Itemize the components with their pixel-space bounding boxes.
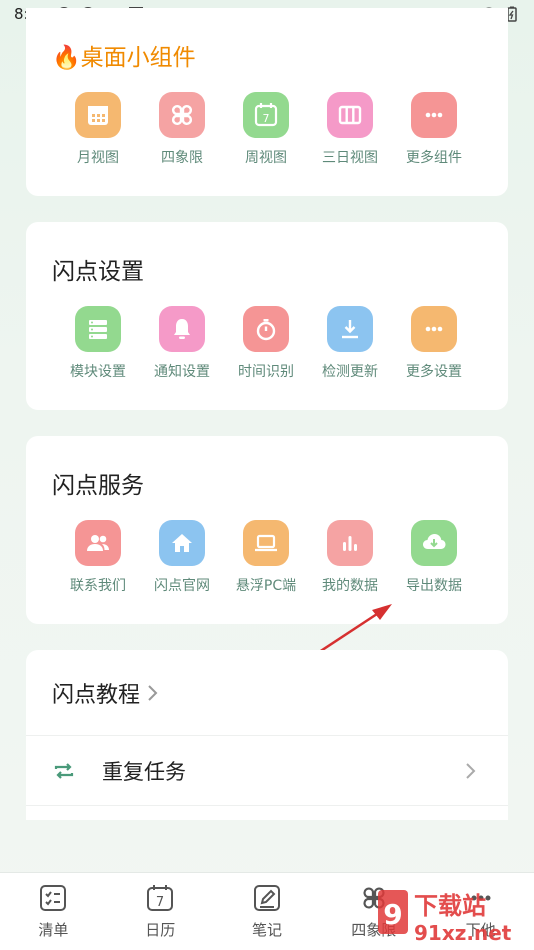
nav-label-list: 清单 bbox=[38, 921, 69, 939]
widgets-icon-row: 月视图 四象限 7 周视图 三日视图 更多组件 bbox=[56, 92, 476, 167]
setting-modules-label: 模块设置 bbox=[70, 364, 126, 380]
setting-notifications-label: 通知设置 bbox=[154, 364, 210, 380]
download-arrow-icon bbox=[327, 306, 373, 352]
service-my-data[interactable]: 我的数据 bbox=[308, 520, 392, 595]
setting-more-label: 更多设置 bbox=[406, 364, 462, 380]
fire-icon: 🔥 bbox=[52, 45, 81, 71]
widget-month-view-label: 月视图 bbox=[77, 150, 119, 166]
services-card: 闪点服务 联系我们 闪点官网 悬浮PC端 我的数据 导出数据 bbox=[26, 436, 508, 624]
calendar-7-icon: 7 bbox=[147, 885, 174, 911]
svg-text:9: 9 bbox=[383, 898, 402, 931]
widget-more-label: 更多组件 bbox=[406, 150, 462, 166]
four-petal-icon bbox=[159, 92, 205, 138]
setting-notifications[interactable]: 通知设置 bbox=[140, 306, 224, 381]
nav-label-calendar: 日历 bbox=[145, 921, 176, 939]
nav-item-list[interactable]: 清单 bbox=[0, 873, 107, 950]
widget-week-view[interactable]: 7 周视图 bbox=[224, 92, 308, 167]
bar-chart-icon bbox=[327, 520, 373, 566]
more-dots-icon bbox=[411, 306, 457, 352]
widget-four-quadrant-label: 四象限 bbox=[161, 150, 203, 166]
service-floating-pc-label: 悬浮PC端 bbox=[235, 578, 297, 594]
widget-more[interactable]: 更多组件 bbox=[392, 92, 476, 167]
settings-icon-row: 模块设置 通知设置 时间识别 检测更新 更多设置 bbox=[56, 306, 476, 381]
widgets-title: 🔥桌面小组件 bbox=[52, 38, 196, 72]
setting-modules[interactable]: 模块设置 bbox=[56, 306, 140, 381]
setting-check-update[interactable]: 检测更新 bbox=[308, 306, 392, 381]
calendar-grid-icon bbox=[75, 92, 121, 138]
watermark-logo: 9 下载站 91xz.net bbox=[378, 886, 528, 946]
svg-text:7: 7 bbox=[263, 112, 270, 125]
list-card: 闪点教程 重复任务 bbox=[26, 650, 508, 820]
settings-title: 闪点设置 bbox=[52, 259, 144, 285]
setting-time-recognition[interactable]: 时间识别 bbox=[224, 306, 308, 381]
service-my-data-label: 我的数据 bbox=[322, 578, 378, 594]
widget-four-quadrant[interactable]: 四象限 bbox=[140, 92, 224, 167]
widget-month-view[interactable]: 月视图 bbox=[56, 92, 140, 167]
settings-card: 闪点设置 模块设置 通知设置 时间识别 检测更新 更多设置 bbox=[26, 222, 508, 410]
widgets-title-text: 桌面小组件 bbox=[80, 45, 196, 71]
setting-time-recognition-label: 时间识别 bbox=[238, 364, 294, 380]
service-website[interactable]: 闪点官网 bbox=[140, 520, 224, 595]
more-dots-icon bbox=[411, 92, 457, 138]
repeat-icon bbox=[54, 762, 74, 779]
repeat-task-row[interactable]: 重复任务 bbox=[26, 736, 508, 806]
service-floating-pc[interactable]: 悬浮PC端 bbox=[224, 520, 308, 595]
svg-text:下载站: 下载站 bbox=[414, 892, 486, 920]
service-export-data[interactable]: 导出数据 bbox=[392, 520, 476, 595]
svg-text:7: 7 bbox=[156, 895, 164, 910]
cloud-download-icon bbox=[411, 520, 457, 566]
stopwatch-icon bbox=[243, 306, 289, 352]
setting-check-update-label: 检测更新 bbox=[322, 364, 378, 380]
nav-item-notes[interactable]: 笔记 bbox=[214, 873, 321, 950]
services-icon-row: 联系我们 闪点官网 悬浮PC端 我的数据 导出数据 bbox=[56, 520, 476, 595]
svg-text:91xz.net: 91xz.net bbox=[414, 921, 512, 945]
laptop-icon bbox=[243, 520, 289, 566]
tutorial-row[interactable]: 闪点教程 bbox=[26, 650, 508, 736]
calendar-day-icon: 7 bbox=[243, 92, 289, 138]
tutorial-label: 闪点教程 bbox=[52, 682, 141, 708]
services-title: 闪点服务 bbox=[52, 473, 144, 499]
service-export-data-label: 导出数据 bbox=[406, 578, 462, 594]
modules-list-icon bbox=[75, 306, 121, 352]
chevron-right-icon bbox=[148, 684, 158, 701]
nav-item-calendar[interactable]: 7 日历 bbox=[107, 873, 214, 950]
chevron-right-icon bbox=[466, 762, 476, 779]
nav-label-notes: 笔记 bbox=[251, 921, 282, 939]
checklist-icon bbox=[40, 885, 67, 911]
three-column-icon bbox=[327, 92, 373, 138]
service-website-label: 闪点官网 bbox=[154, 578, 210, 594]
note-edit-icon bbox=[253, 885, 280, 911]
widget-three-day-view[interactable]: 三日视图 bbox=[308, 92, 392, 167]
widgets-card: 🔥桌面小组件 月视图 四象限 7 周视图 三日视图 更多组件 bbox=[26, 8, 508, 196]
home-icon bbox=[159, 520, 205, 566]
service-contact-us-label: 联系我们 bbox=[70, 578, 126, 594]
setting-more[interactable]: 更多设置 bbox=[392, 306, 476, 381]
widget-week-view-label: 周视图 bbox=[245, 150, 287, 166]
service-contact-us[interactable]: 联系我们 bbox=[56, 520, 140, 595]
people-icon bbox=[75, 520, 121, 566]
bell-icon bbox=[159, 306, 205, 352]
repeat-task-label: 重复任务 bbox=[102, 759, 186, 784]
widget-three-day-view-label: 三日视图 bbox=[322, 150, 378, 166]
